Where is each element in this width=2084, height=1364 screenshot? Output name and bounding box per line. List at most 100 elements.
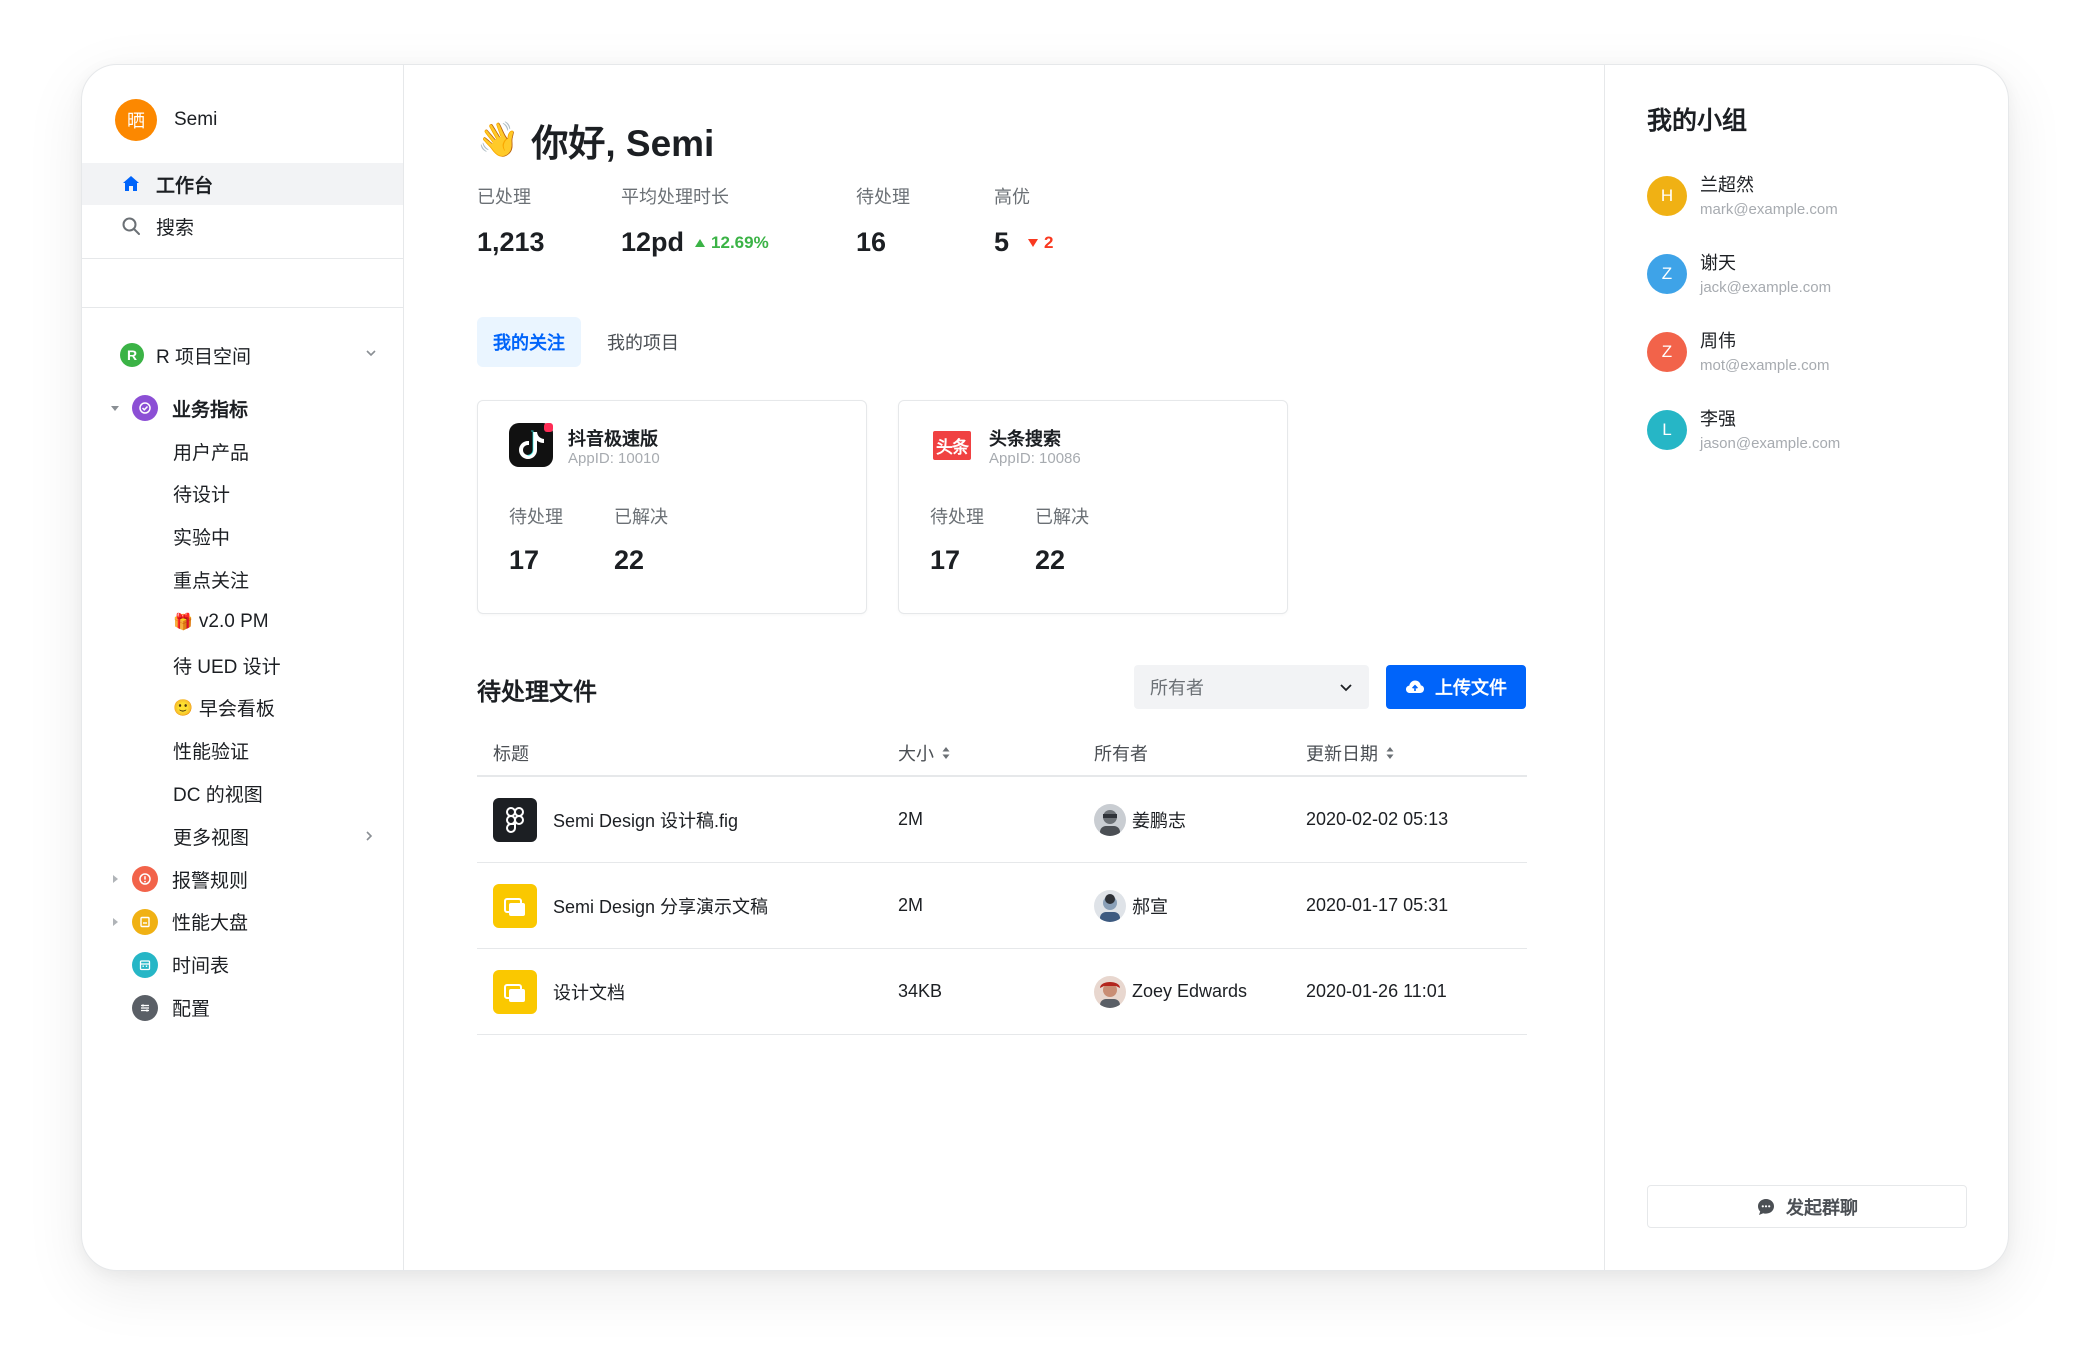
- tree-item-perf-check[interactable]: 性能验证: [82, 729, 403, 772]
- metric-label: 已解决: [614, 507, 668, 527]
- member-name: 谢天: [1700, 253, 1736, 273]
- space-label: R 项目空间: [156, 346, 252, 368]
- metric-label: 已解决: [1035, 507, 1089, 527]
- tree-item-user-product[interactable]: 用户产品: [82, 430, 403, 473]
- tree-item-more-views[interactable]: 更多视图: [82, 815, 403, 858]
- divider: [82, 258, 403, 259]
- nav-item-label: 工作台: [156, 175, 214, 197]
- stat-label: 高优: [994, 187, 1030, 207]
- caret-down-icon: [108, 401, 122, 415]
- tree-group-alert-rules[interactable]: 报警规则: [82, 858, 403, 901]
- smiley-icon: 🙂: [173, 699, 193, 717]
- app-card-toutiao[interactable]: 头条 头条搜索 AppID: 10086 待处理 17 已解决 22: [898, 400, 1288, 614]
- alert-icon: [132, 866, 158, 893]
- space-badge: R: [120, 343, 144, 367]
- app-card-douyin[interactable]: 抖音极速版 AppID: 10010 待处理 17 已解决 22: [477, 400, 867, 614]
- member-item[interactable]: L 李强 jason@example.com: [1647, 405, 1840, 483]
- metric-value: 17: [930, 545, 961, 575]
- tab-my-follow[interactable]: 我的关注: [477, 317, 581, 367]
- metric-label: 待处理: [509, 507, 563, 527]
- tree-item-dc-view[interactable]: DC 的视图: [82, 772, 403, 815]
- project-space-selector[interactable]: R R 项目空间: [82, 333, 403, 377]
- stat-label: 平均处理时长: [621, 187, 729, 207]
- tree-item-to-design[interactable]: 待设计: [82, 473, 403, 516]
- avatar: [1094, 889, 1126, 922]
- file-date: 2020-02-02 05:13: [1306, 809, 1449, 829]
- brand-logo: 晒: [115, 99, 157, 141]
- triangle-up-icon: [695, 238, 706, 247]
- nav-item-workbench[interactable]: 工作台: [82, 163, 403, 205]
- tree-item-label: v2.0 PM: [198, 611, 269, 633]
- tab-my-projects[interactable]: 我的项目: [591, 317, 695, 367]
- tree-item-config[interactable]: 配置: [82, 986, 403, 1029]
- app-id: AppID: 10010: [568, 450, 660, 467]
- dashboard-icon: [132, 908, 158, 935]
- settings-icon: [132, 994, 158, 1021]
- member-email: mot@example.com: [1700, 357, 1830, 374]
- member-list: H 兰超然 mark@example.com Z 谢天 jack@example…: [1647, 171, 1840, 483]
- stat-value: 12pd 12.69%: [621, 227, 856, 258]
- tree-item-experimenting[interactable]: 实验中: [82, 515, 403, 558]
- tree-item-label: 性能大盘: [172, 913, 249, 935]
- tree-item-label: 更多视图: [173, 827, 250, 849]
- brand[interactable]: 晒 Semi: [115, 99, 217, 141]
- member-email: jack@example.com: [1700, 279, 1832, 296]
- stat-value: 16: [856, 227, 994, 258]
- tree-item-focus[interactable]: 重点关注: [82, 558, 403, 601]
- tree-item-timetable[interactable]: 时间表: [82, 943, 403, 986]
- home-icon: [120, 173, 142, 195]
- files-table: 标题 大小 所有者 更新日期 Semi Design 设计稿.fig 2M 姜鹏…: [477, 730, 1527, 1035]
- col-size[interactable]: 大小: [898, 740, 1094, 766]
- tabs: 我的关注 我的项目: [477, 317, 705, 367]
- owner-select[interactable]: 所有者: [1134, 665, 1369, 709]
- stats-row: 已处理 1,213 平均处理时长 12pd 12.69% 待处理 16 高优 5…: [477, 183, 1054, 258]
- sidebar: 晒 Semi 工作台 搜索 R R 项目空间 业务指标 用户产品 待设计 实验中…: [82, 65, 404, 1270]
- upload-file-button[interactable]: 上传文件: [1386, 665, 1526, 709]
- tree-item-v2-pm[interactable]: 🎁 v2.0 PM: [82, 601, 403, 644]
- nav-top: 工作台 搜索: [82, 163, 403, 247]
- stat-high-priority: 高优 5 2: [994, 183, 1054, 258]
- member-item[interactable]: Z 周伟 mot@example.com: [1647, 327, 1840, 405]
- file-title: Semi Design 分享演示文稿: [553, 896, 769, 917]
- nav-item-label: 搜索: [156, 217, 195, 239]
- nav-item-search[interactable]: 搜索: [82, 205, 403, 247]
- stat-number: 12pd: [621, 227, 685, 257]
- upload-label: 上传文件: [1435, 678, 1507, 698]
- member-avatar: L: [1647, 410, 1687, 450]
- member-item[interactable]: H 兰超然 mark@example.com: [1647, 171, 1840, 249]
- tree-item-label: 配置: [172, 999, 211, 1021]
- caret-right-icon: [108, 915, 122, 929]
- brand-name: Semi: [174, 109, 218, 130]
- tree-item-ued-design[interactable]: 待 UED 设计: [82, 644, 403, 687]
- tree-item-label: 重点关注: [173, 571, 250, 593]
- metric-value: 22: [614, 545, 645, 575]
- tree-group-business-metrics[interactable]: 业务指标: [82, 387, 403, 430]
- table-row[interactable]: Semi Design 设计稿.fig 2M 姜鹏志 2020-02-02 05…: [477, 777, 1527, 863]
- tree-item-label: 早会看板: [198, 699, 275, 721]
- tree-item-morning-board[interactable]: 🙂 早会看板: [82, 687, 403, 730]
- tree-item-label: 用户产品: [173, 442, 250, 464]
- chevron-down-icon: [1340, 684, 1352, 692]
- pending-metric: 待处理 17: [509, 503, 563, 576]
- start-group-chat-button[interactable]: 发起群聊: [1647, 1185, 1967, 1228]
- app-window: 晒 Semi 工作台 搜索 R R 项目空间 业务指标 用户产品 待设计 实验中…: [81, 64, 2009, 1271]
- avatar: [1094, 803, 1126, 836]
- member-item[interactable]: Z 谢天 jack@example.com: [1647, 249, 1840, 327]
- greeting: 👋 你好, Semi: [477, 113, 714, 167]
- stat-processed: 已处理 1,213: [477, 183, 621, 258]
- tree-group-perf-dashboard[interactable]: 性能大盘: [82, 901, 403, 944]
- check-circle-icon: [132, 395, 158, 422]
- tree-item-label: 实验中: [173, 528, 231, 550]
- table-row[interactable]: Semi Design 分享演示文稿 2M 郝宣 2020-01-17 05:3…: [477, 863, 1527, 949]
- douyin-logo-icon: [509, 423, 553, 467]
- file-owner: 郝宣: [1132, 896, 1168, 917]
- group-title: 我的小组: [1647, 107, 1748, 135]
- table-header: 标题 大小 所有者 更新日期: [477, 730, 1527, 777]
- col-date[interactable]: 更新日期: [1306, 740, 1527, 766]
- table-row[interactable]: 设计文档 34KB Zoey Edwards 2020-01-26 11:01: [477, 949, 1527, 1035]
- file-title: Semi Design 设计稿.fig: [553, 810, 739, 831]
- caret-right-icon: [108, 872, 122, 886]
- app-name: 抖音极速版: [568, 429, 658, 449]
- file-size: 2M: [898, 895, 924, 915]
- col-label: 大小: [898, 743, 934, 764]
